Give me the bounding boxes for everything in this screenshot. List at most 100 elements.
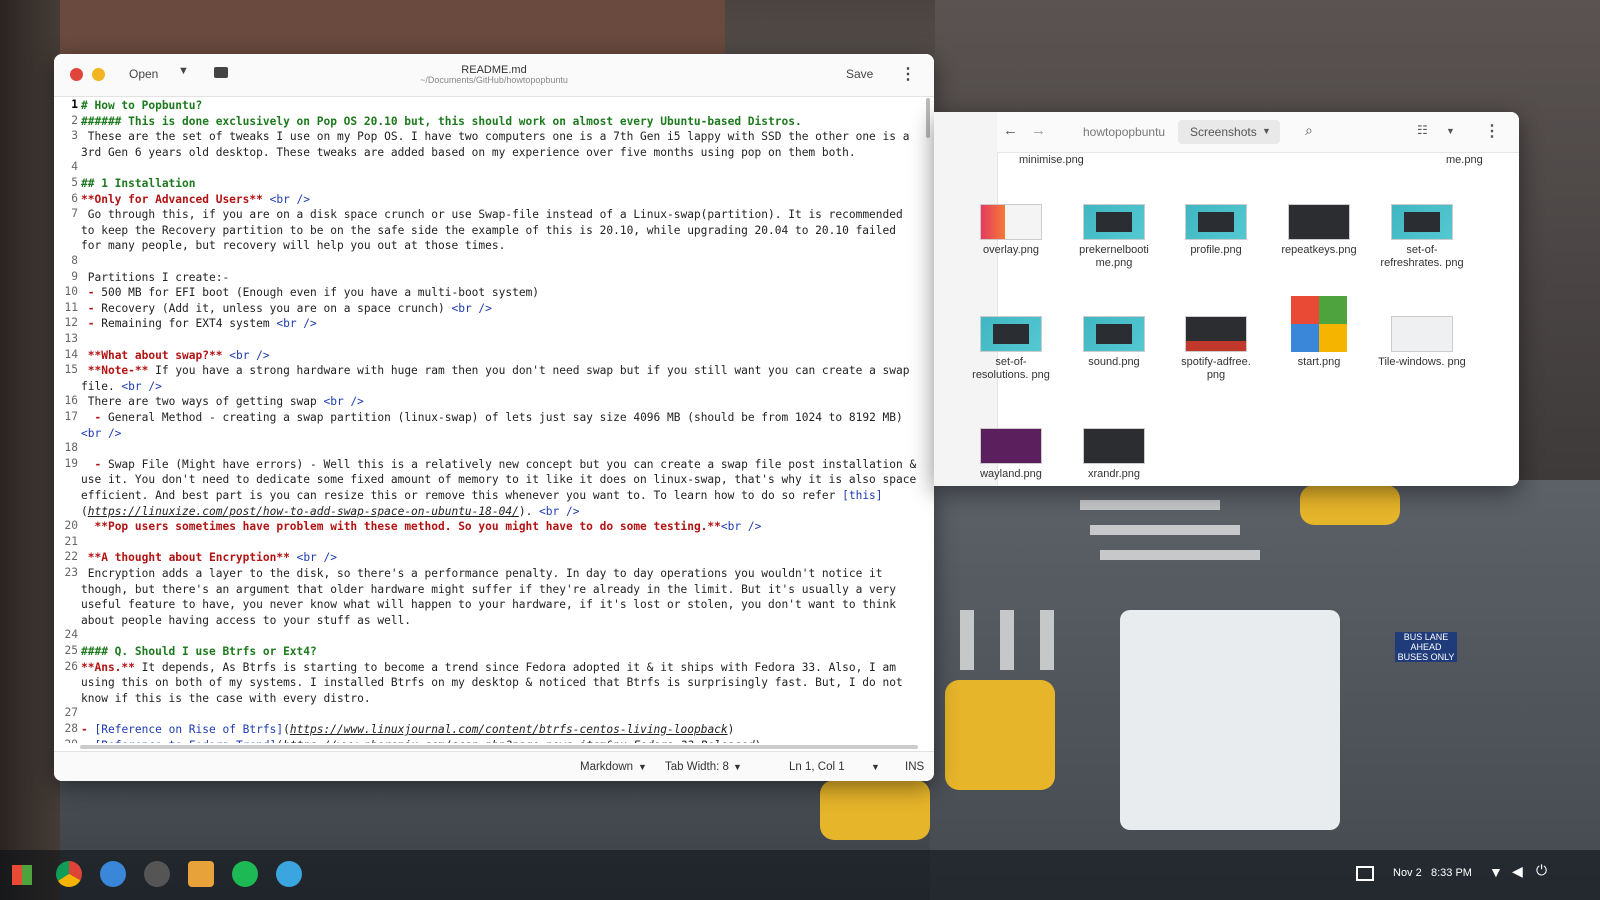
code-line[interactable]: ## 1 Installation [81, 176, 919, 192]
forward-arrow-icon[interactable]: → [1031, 122, 1046, 139]
horizontal-scrollbar[interactable] [80, 745, 918, 749]
file-thumbnail-icon [980, 428, 1042, 464]
time-label[interactable]: 8:33 PM [1431, 867, 1472, 879]
code-line[interactable]: - [Reference to Fedora Trend](https://ww… [81, 738, 919, 743]
file-thumbnail-icon [1185, 316, 1247, 352]
files-icon[interactable] [188, 861, 214, 887]
partial-file-label[interactable]: me.png [1446, 154, 1483, 166]
spotify-icon[interactable] [232, 861, 258, 887]
search-icon[interactable]: ⌕ [1305, 122, 1313, 139]
line-number: 6 [71, 191, 78, 205]
language-chevron-icon[interactable]: ▼ [638, 762, 647, 772]
code-line[interactable]: # How to Popbuntu? [81, 98, 919, 114]
line-number: 12 [64, 316, 78, 330]
network-icon[interactable]: ▼ [1489, 864, 1503, 880]
tab-width-selector[interactable]: Tab Width: 8 [665, 761, 729, 773]
code-line[interactable]: - Remaining for EXT4 system <br /> [81, 316, 919, 332]
terminal-icon[interactable] [144, 861, 170, 887]
view-options-chevron-icon[interactable]: ▼ [1446, 126, 1455, 136]
file-item[interactable]: overlay.png [966, 204, 1056, 257]
text-editor-icon[interactable] [276, 861, 302, 887]
close-window-button[interactable] [70, 68, 83, 81]
chrome-icon[interactable] [56, 861, 82, 887]
breadcrumb-parent[interactable]: howtopopbuntu [1083, 125, 1165, 139]
new-document-icon[interactable] [214, 67, 228, 78]
taskbar: Nov 2 8:33 PM ▼ ◀ ⏻ [0, 850, 1600, 900]
file-manager-window: ← → howtopopbuntu Screenshots ▼ ⌕ ☷ ▼ ⋮ … [934, 112, 1519, 486]
code-line[interactable]: There are two ways of getting swap <br /… [81, 394, 919, 410]
vertical-scrollbar[interactable] [926, 98, 930, 138]
file-item[interactable]: Tile-windows. png [1377, 316, 1467, 369]
crosswalk-stripe [1000, 610, 1014, 670]
file-name: sound.png [1088, 356, 1140, 368]
save-button[interactable]: Save [846, 67, 873, 81]
code-line[interactable]: - 500 MB for EFI boot (Enough even if yo… [81, 285, 919, 301]
file-item[interactable]: set-of- resolutions. png [966, 316, 1056, 382]
code-line[interactable]: - [Reference on Rise of Btrfs](https://w… [81, 722, 919, 738]
open-menu-chevron-icon[interactable]: ▼ [178, 65, 189, 77]
line-number: 13 [64, 332, 78, 345]
document-path: ~/Documents/GitHub/howtopopbuntu [420, 75, 568, 85]
open-button[interactable]: Open [129, 67, 158, 81]
code-line[interactable]: Partitions I create:- [81, 270, 919, 286]
line-number: 10 [64, 285, 78, 299]
partial-file-label[interactable]: minimise.png [1019, 154, 1084, 166]
menu-kebab-icon[interactable]: ⋮ [1484, 121, 1500, 141]
volume-icon[interactable]: ◀ [1512, 863, 1523, 880]
file-item[interactable]: prekernelbooti me.png [1069, 204, 1159, 270]
language-selector[interactable]: Markdown [580, 761, 633, 773]
file-item[interactable]: spotify-adfree. png [1171, 316, 1261, 382]
code-line[interactable]: - General Method - creating a swap parti… [81, 410, 919, 441]
tab-width-chevron-icon[interactable]: ▼ [733, 762, 742, 772]
code-line[interactable]: **Note-** If you have a strong hardware … [81, 363, 919, 394]
breadcrumb-chevron-icon[interactable]: ▼ [1262, 126, 1271, 136]
editor-text-area[interactable]: 1 # How to Popbuntu? 2 ###### This is done … [54, 98, 922, 743]
code-line[interactable]: Encryption adds a layer to the disk, so … [81, 566, 919, 628]
file-item[interactable]: repeatkeys.png [1274, 204, 1364, 257]
date-label[interactable]: Nov 2 [1393, 867, 1422, 879]
back-arrow-icon[interactable]: ← [1003, 122, 1018, 139]
cursor-position[interactable]: Ln 1, Col 1 [789, 761, 845, 773]
file-name: Tile-windows. png [1378, 356, 1466, 368]
bus-lane-sign: BUS LANE AHEAD BUSES ONLY [1395, 632, 1457, 662]
menu-kebab-icon[interactable]: ⋮ [900, 64, 916, 84]
line-number: 27 [64, 706, 78, 720]
file-thumbnail-icon [1288, 204, 1350, 240]
cursor-chevron-icon[interactable]: ▼ [871, 762, 880, 772]
file-thumbnail-icon [1391, 316, 1453, 352]
minimize-window-button[interactable] [92, 68, 105, 81]
start-menu-icon[interactable] [12, 865, 32, 885]
breadcrumb-current-label: Screenshots [1190, 125, 1257, 139]
file-item[interactable]: set-of- refreshrates. png [1377, 204, 1467, 270]
code-line[interactable]: ###### This is done exclusively on Pop O… [81, 114, 919, 130]
sign-line-3: BUSES ONLY [1397, 652, 1455, 662]
web-browser-icon[interactable] [100, 861, 126, 887]
code-line[interactable]: **What about swap?** <br /> [81, 348, 919, 364]
code-line[interactable]: Go through this, if you are on a disk sp… [81, 207, 919, 254]
sign-line-2: AHEAD [1410, 642, 1442, 652]
file-name: overlay.png [982, 244, 1040, 256]
file-item[interactable]: wayland.png [966, 428, 1056, 481]
file-thumbnail-icon [1083, 316, 1145, 352]
code-line[interactable]: **Only for Advanced Users** <br /> [81, 192, 919, 208]
display-icon[interactable] [1356, 866, 1374, 881]
code-line[interactable]: **Pop users sometimes have problem with … [81, 519, 919, 535]
code-line[interactable]: These are the set of tweaks I use on my … [81, 129, 919, 160]
code-line[interactable]: - Swap File (Might have errors) - Well t… [81, 457, 919, 519]
power-icon[interactable]: ⏻ [1536, 862, 1547, 879]
code-line[interactable]: - Recovery (Add it, unless you are on a … [81, 301, 919, 317]
line-number: 17 [64, 410, 78, 423]
file-item[interactable]: start.png [1274, 296, 1364, 369]
insert-mode-indicator[interactable]: INS [905, 761, 924, 773]
file-item[interactable]: sound.png [1069, 316, 1159, 369]
code-line[interactable]: **Ans.** It depends, As Btrfs is startin… [81, 660, 919, 707]
file-item[interactable]: profile.png [1171, 204, 1261, 257]
crosswalk-stripe [960, 610, 974, 670]
code-line[interactable]: #### Q. Should I use Btrfs or Ext4? [81, 644, 919, 660]
line-number: 19 [64, 456, 78, 470]
list-view-icon[interactable]: ☷ [1417, 123, 1428, 137]
code-line[interactable]: **A thought about Encryption** <br /> [81, 550, 919, 566]
file-item[interactable]: xrandr.png [1069, 428, 1159, 481]
text-editor-window: Open ▼ README.md ~/Documents/GitHub/howt… [54, 54, 934, 781]
file-thumbnail-icon [1083, 428, 1145, 464]
